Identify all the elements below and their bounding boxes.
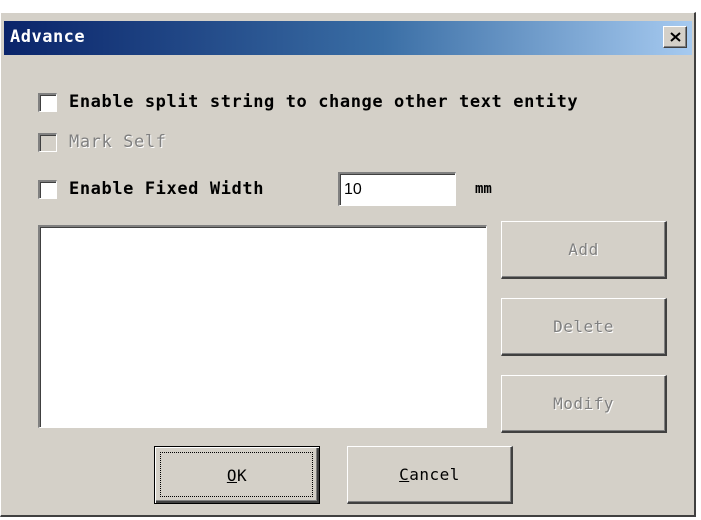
fixed-width-checkbox[interactable] <box>38 179 57 199</box>
cancel-mnemonic: C <box>399 465 410 484</box>
fixed-width-option[interactable]: Enable Fixed Width <box>38 179 264 199</box>
window-title: Advance <box>10 27 86 47</box>
advance-dialog: Advance Enable split string to change ot… <box>0 12 696 517</box>
delete-button[interactable]: Delete <box>501 298 667 356</box>
cancel-button-label: Cancel <box>399 465 460 484</box>
split-string-checkbox[interactable] <box>38 92 57 112</box>
delete-button-label: Delete <box>553 317 614 336</box>
add-button-label: Add <box>568 240 599 259</box>
cancel-label-rest: ancel <box>409 465 460 484</box>
modify-button[interactable]: Modify <box>501 375 667 433</box>
title-bar[interactable]: Advance <box>4 21 692 55</box>
fixed-width-unit: mm <box>475 181 492 197</box>
fixed-width-label: Enable Fixed Width <box>69 179 265 199</box>
modify-button-label: Modify <box>553 394 614 413</box>
ok-mnemonic: O <box>226 465 237 485</box>
split-string-option[interactable]: Enable split string to change other text… <box>38 92 578 112</box>
mark-self-option: Mark Self <box>38 132 167 152</box>
split-string-label: Enable split string to change other text… <box>69 92 579 112</box>
entity-listbox[interactable] <box>38 225 487 428</box>
fixed-width-input[interactable] <box>338 172 456 206</box>
add-button[interactable]: Add <box>501 221 667 279</box>
close-icon <box>670 32 681 42</box>
mark-self-checkbox <box>38 132 57 152</box>
ok-label-rest: K <box>237 465 248 485</box>
mark-self-label: Mark Self <box>69 132 167 152</box>
cancel-button[interactable]: Cancel <box>347 446 513 504</box>
ok-button[interactable]: OK <box>154 446 320 504</box>
close-button[interactable] <box>663 26 687 48</box>
ok-button-label: OK <box>227 466 247 485</box>
